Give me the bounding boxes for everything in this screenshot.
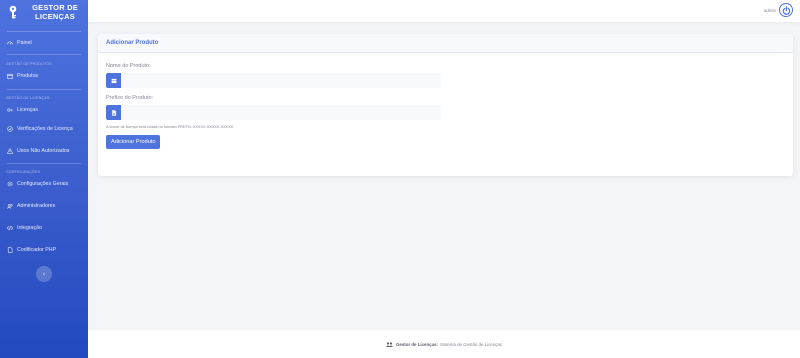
power-icon[interactable] <box>779 3 793 17</box>
sidebar-item-label: Verificações de Licença <box>17 126 73 132</box>
sidebar-heading-configuracoes: CONFIGURAÇÕES <box>6 169 41 174</box>
user-menu[interactable]: admin <box>764 3 793 17</box>
sidebar-item-integracao[interactable]: Integração <box>0 220 88 236</box>
product-name-label: Nome do Produto: <box>106 63 151 69</box>
sidebar-item-label: Produtos <box>17 73 39 79</box>
warning-icon <box>6 148 13 155</box>
topbar: admin <box>88 0 800 22</box>
footer: Gestor de Licenças: Sistema de Gestão de… <box>88 330 800 358</box>
users-icon <box>386 341 393 347</box>
code-icon <box>6 225 13 232</box>
user-name: admin <box>763 7 776 13</box>
sidebar-item-label: Painel <box>17 40 32 46</box>
sidebar-brand[interactable]: GESTOR DE LICENÇAS <box>0 0 88 24</box>
gear-icon <box>6 181 13 188</box>
add-product-form: Nome do Produto: Prefixo do Produto: A c… <box>98 53 793 156</box>
key-icon <box>6 107 13 114</box>
sidebar-heading-produtos: GESTÃO DE PRODUTOS <box>6 61 52 66</box>
box-icon <box>6 73 13 80</box>
file-code-icon <box>6 247 13 254</box>
sidebar-divider <box>7 163 81 164</box>
sidebar-item-administradores[interactable]: Administradores <box>0 192 88 220</box>
sidebar-divider <box>7 54 81 55</box>
check-circle-icon <box>6 126 13 133</box>
sidebar-item-label: Integração <box>17 225 43 231</box>
sidebar-item-label: Configurações Gerais <box>17 181 69 187</box>
sidebar-item-produtos[interactable]: Produtos <box>0 68 88 84</box>
file-icon <box>106 105 121 120</box>
product-name-group <box>106 73 441 88</box>
product-prefix-group <box>106 105 441 120</box>
footer-text: Sistema de Gestão de Licenças <box>439 341 502 347</box>
sidebar-item-label: Usos Não Autorizados <box>17 148 70 154</box>
sidebar-item-licencas[interactable]: Licenças <box>0 102 88 118</box>
sidebar-heading-licencas: GESTÃO DE LICENÇAS <box>6 95 50 100</box>
sidebar-item-painel[interactable]: Painel <box>0 32 88 54</box>
footer-brand: Gestor de Licenças: <box>396 341 438 347</box>
gauge-icon <box>6 40 13 47</box>
sidebar-item-codificador[interactable]: Codificador PHP <box>0 236 88 264</box>
key-icon <box>7 5 19 19</box>
sidebar-item-usos[interactable]: Usos Não Autorizados <box>0 140 88 162</box>
add-product-button[interactable]: Adicionar Produto <box>106 135 161 149</box>
product-prefix-label: Prefixo do Produto: <box>106 95 154 101</box>
sidebar-item-label: Licenças <box>17 107 38 113</box>
sidebar-item-verificacoes[interactable]: Verificações de Licença <box>0 118 88 140</box>
sidebar-divider <box>7 89 81 90</box>
product-prefix-input[interactable] <box>121 105 441 120</box>
chevron-left-icon: ‹ <box>42 270 46 278</box>
users-icon <box>6 203 13 210</box>
sidebar-item-label: Administradores <box>17 203 56 209</box>
sidebar-item-label: Codificador PHP <box>17 247 57 253</box>
card-title: Adicionar Produto <box>98 34 793 53</box>
add-product-card: Adicionar Produto Nome do Produto: Prefi… <box>98 34 793 176</box>
brand-title: GESTOR DE LICENÇAS <box>32 3 78 21</box>
prefix-help-text: A chave de licença será criada no format… <box>106 125 234 129</box>
sidebar-item-configuracoes[interactable]: Configurações Gerais <box>0 176 88 192</box>
box-icon <box>106 73 121 88</box>
sidebar: GESTOR DE LICENÇAS Painel GESTÃO DE PROD… <box>0 0 88 358</box>
sidebar-toggle-button[interactable]: ‹ <box>36 266 52 282</box>
product-name-input[interactable] <box>121 73 441 88</box>
